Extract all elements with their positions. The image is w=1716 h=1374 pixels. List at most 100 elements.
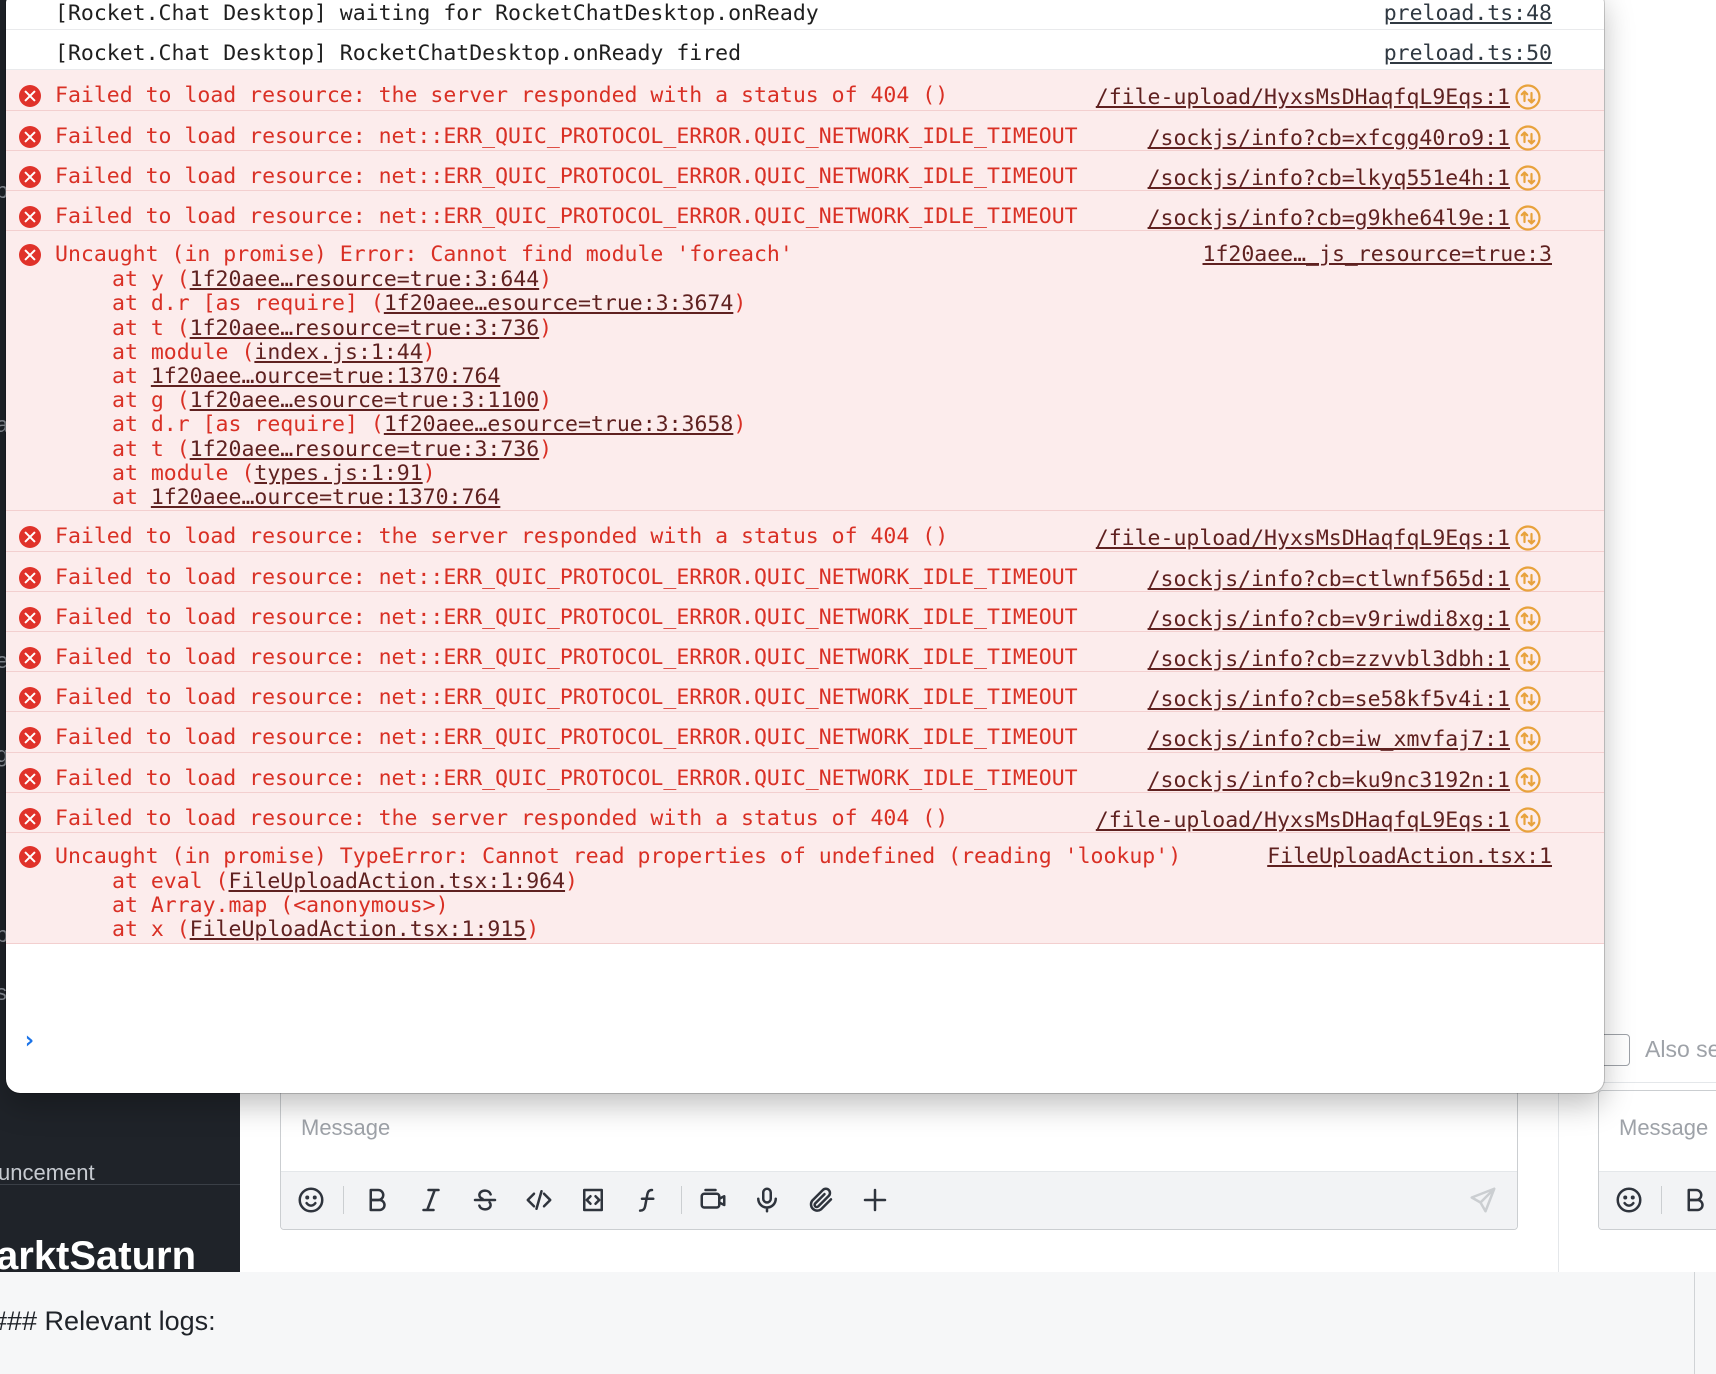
console-message: Failed to load resource: net::ERR_QUIC_P… — [6, 752, 1604, 794]
strikethrough-icon[interactable] — [469, 1184, 501, 1216]
stack-frame-link[interactable]: 1f20aee…resource=true:3:644 — [190, 267, 540, 292]
stack-frame: at d.r [as require] (1f20aee…esource=tru… — [112, 412, 747, 438]
network-request-icon[interactable] — [1514, 806, 1542, 834]
console-message-text: [Rocket.Chat Desktop] RocketChatDesktop.… — [55, 41, 742, 67]
source-link[interactable]: /file-upload/HyxsMsDHaqfqL9Eqs:1 — [1096, 526, 1510, 552]
stack-frame: at y (1f20aee…resource=true:3:644) — [112, 267, 553, 293]
message-input[interactable]: Message — [301, 1115, 390, 1141]
source-link[interactable]: /sockjs/info?cb=lkyq551e4h:1 — [1148, 166, 1510, 192]
error-icon — [19, 807, 41, 830]
relevant-logs-heading: ### Relevant logs: — [0, 1306, 216, 1336]
stack-trace: at y (1f20aee…resource=true:3:644) at d.r… — [112, 268, 746, 510]
error-icon — [19, 767, 41, 790]
stack-frame: at Array.map (<anonymous>) — [112, 893, 449, 919]
source-link[interactable]: /sockjs/info?cb=ctlwnf565d:1 — [1148, 567, 1510, 593]
source-link[interactable]: preload.ts:50 — [1384, 41, 1552, 67]
source-link[interactable]: /file-upload/HyxsMsDHaqfqL9Eqs:1 — [1096, 808, 1510, 834]
network-request-icon[interactable] — [1514, 83, 1542, 111]
error-icon — [19, 606, 41, 629]
error-icon — [19, 846, 41, 868]
console-prompt[interactable]: › — [22, 1026, 36, 1054]
network-request-icon[interactable] — [1514, 605, 1542, 633]
stack-frame: at g (1f20aee…esource=true:3:1100) — [112, 388, 553, 414]
stack-frame-link[interactable]: 1f20aee…esource=true:3:3674 — [384, 291, 734, 316]
video-message-icon[interactable] — [697, 1184, 729, 1216]
stack-frame: at x (FileUploadAction.tsx:1:915) — [112, 917, 540, 943]
thread-divider — [1602, 1082, 1716, 1083]
network-request-icon[interactable] — [1514, 645, 1542, 673]
source-link[interactable]: preload.ts:48 — [1384, 1, 1552, 27]
source-link[interactable]: /sockjs/info?cb=iw_xmvfaj7:1 — [1148, 727, 1510, 753]
console-message: Failed to load resource: net::ERR_QUIC_P… — [6, 672, 1604, 713]
stack-frame: at t (1f20aee…resource=true:3:736) — [112, 315, 553, 341]
emoji-icon[interactable] — [295, 1184, 327, 1216]
network-request-icon[interactable] — [1514, 204, 1542, 232]
stack-frame: at module (types.js:1:91) — [112, 460, 436, 486]
also-send-label: Also se — [1645, 1036, 1716, 1062]
inline-code-icon[interactable] — [523, 1184, 555, 1216]
italic-icon[interactable] — [415, 1184, 447, 1216]
stack-frame-link[interactable]: FileUploadAction.tsx:1:964 — [229, 869, 566, 894]
stack-frame: at 1f20aee…ource=true:1370:764 — [112, 364, 501, 389]
console-message-text: Failed to load resource: net::ERR_QUIC_P… — [55, 685, 1078, 711]
console-message: Failed to load resource: net::ERR_QUIC_P… — [6, 191, 1604, 232]
also-send-checkbox[interactable] — [1600, 1034, 1630, 1066]
source-link[interactable]: /sockjs/info?cb=se58kf5v4i:1 — [1148, 687, 1510, 713]
attachment-icon[interactable] — [805, 1184, 837, 1216]
plus-icon[interactable] — [859, 1184, 891, 1216]
stack-frame-link[interactable]: 1f20aee…resource=true:3:736 — [190, 437, 540, 462]
source-link[interactable]: /sockjs/info?cb=g9khe64l9e:1 — [1148, 206, 1510, 232]
console-message-text: Failed to load resource: the server resp… — [55, 83, 949, 109]
thread-message-input[interactable]: Message — [1619, 1115, 1708, 1141]
source-link[interactable]: /file-upload/HyxsMsDHaqfqL9Eqs:1 — [1096, 85, 1510, 111]
console-message: Uncaught (in promise) TypeError: Cannot … — [6, 833, 1604, 944]
composer-toolbar — [281, 1171, 1517, 1229]
sidebar-item-announcement[interactable]: uncement — [0, 1160, 95, 1186]
formula-icon[interactable] — [631, 1184, 663, 1216]
error-icon — [19, 647, 41, 669]
stack-frame-link[interactable]: types.js:1:91 — [254, 461, 422, 486]
source-link[interactable]: /sockjs/info?cb=xfcgg40ro9:1 — [1148, 126, 1510, 152]
stack-frame-link[interactable]: FileUploadAction.tsx:1:915 — [190, 917, 527, 942]
stack-frame-link[interactable]: 1f20aee…ource=true:1370:764 — [151, 485, 501, 510]
bold-icon[interactable] — [1679, 1184, 1711, 1216]
source-link[interactable]: FileUploadAction.tsx:1 — [1267, 844, 1552, 870]
audio-message-icon[interactable] — [751, 1184, 783, 1216]
network-request-icon[interactable] — [1514, 766, 1542, 794]
console-message: Failed to load resource: the server resp… — [6, 792, 1604, 834]
stack-frame: at t (1f20aee…resource=true:3:736) — [112, 436, 553, 462]
error-icon — [19, 727, 41, 750]
source-link[interactable]: /sockjs/info?cb=v9riwdi8xg:1 — [1148, 607, 1510, 633]
network-request-icon[interactable] — [1514, 725, 1542, 753]
console-message-text: Failed to load resource: net::ERR_QUIC_P… — [55, 123, 1078, 149]
source-link[interactable]: /sockjs/info?cb=ku9nc3192n:1 — [1148, 768, 1510, 794]
source-link[interactable]: 1f20aee…_js_resource=true:3 — [1203, 242, 1553, 268]
stack-frame-link[interactable]: 1f20aee…ource=true:1370:764 — [151, 364, 501, 389]
network-request-icon[interactable] — [1514, 524, 1542, 552]
network-request-icon[interactable] — [1514, 124, 1542, 152]
network-request-icon[interactable] — [1514, 164, 1542, 192]
console-message: Uncaught (in promise) Error: Cannot find… — [6, 231, 1604, 512]
code-block-icon[interactable] — [577, 1184, 609, 1216]
error-icon — [19, 125, 41, 148]
network-request-icon[interactable] — [1514, 565, 1542, 593]
console-message-text: Failed to load resource: the server resp… — [55, 805, 949, 831]
console-message-text: [Rocket.Chat Desktop] waiting for Rocket… — [55, 1, 819, 26]
source-link[interactable]: /sockjs/info?cb=zzvvbl3dbh:1 — [1148, 647, 1510, 673]
console-message-text: Failed to load resource: net::ERR_QUIC_P… — [55, 163, 1078, 189]
stack-frame: at eval (FileUploadAction.tsx:1:964) — [112, 869, 578, 894]
console-message-text: Failed to load resource: net::ERR_QUIC_P… — [55, 645, 1078, 670]
network-request-icon[interactable] — [1514, 685, 1542, 713]
workspace-name[interactable]: arktSaturn — [0, 1236, 196, 1276]
console-message-text: Failed to load resource: net::ERR_QUIC_P… — [55, 604, 1078, 630]
send-icon[interactable] — [1467, 1184, 1499, 1216]
page-border — [1694, 1272, 1695, 1374]
panel-divider — [1558, 1080, 1559, 1272]
stack-frame-link[interactable]: 1f20aee…esource=true:3:1100 — [190, 388, 540, 413]
stack-frame-link[interactable]: index.js:1:44 — [254, 340, 422, 365]
bold-icon[interactable] — [361, 1184, 393, 1216]
emoji-icon[interactable] — [1613, 1184, 1645, 1216]
stack-frame-link[interactable]: 1f20aee…esource=true:3:3658 — [384, 412, 734, 437]
error-icon — [19, 165, 41, 188]
stack-frame-link[interactable]: 1f20aee…resource=true:3:736 — [190, 316, 540, 341]
